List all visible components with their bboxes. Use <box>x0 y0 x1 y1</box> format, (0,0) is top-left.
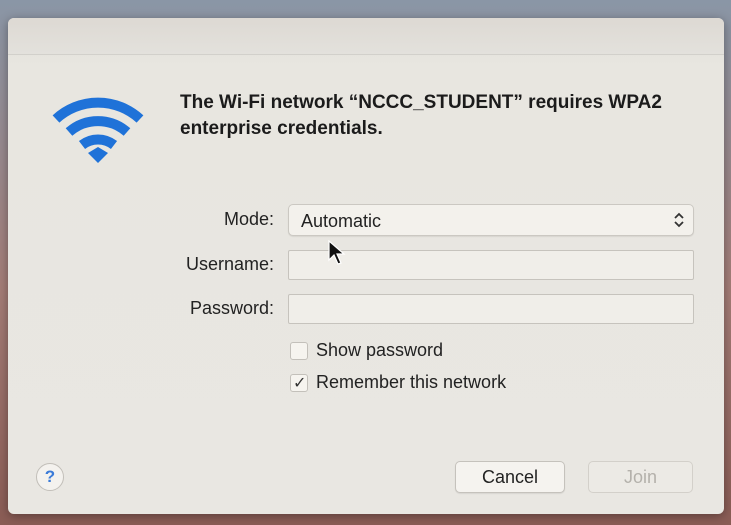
wifi-icon <box>52 97 144 163</box>
mouse-cursor-icon <box>328 240 346 265</box>
mode-label: Mode: <box>223 209 274 229</box>
cancel-button[interactable]: Cancel <box>455 461 565 493</box>
remember-network-checkbox[interactable]: ✓ <box>290 373 308 392</box>
chevron-updown-icon <box>674 212 684 228</box>
password-field[interactable] <box>288 294 694 324</box>
join-button[interactable]: Join <box>588 461 693 493</box>
dialog-heading: The Wi-Fi network “NCCC_STUDENT” require… <box>180 92 662 139</box>
help-button[interactable]: ? <box>36 463 64 491</box>
remember-network-label: Remember this network <box>316 372 507 392</box>
username-field[interactable] <box>288 250 694 280</box>
checkmark-icon: ✓ <box>293 373 307 392</box>
mode-select[interactable]: Automatic <box>288 204 694 236</box>
username-label: Username: <box>185 254 274 274</box>
mode-select-value: Automatic <box>301 211 382 231</box>
show-password-label: Show password <box>316 340 444 360</box>
dialog-titlebar <box>8 18 724 55</box>
show-password-checkbox[interactable] <box>290 342 308 360</box>
wifi-credentials-dialog: The Wi-Fi network “NCCC_STUDENT” require… <box>8 18 724 514</box>
password-label: Password: <box>189 298 274 318</box>
